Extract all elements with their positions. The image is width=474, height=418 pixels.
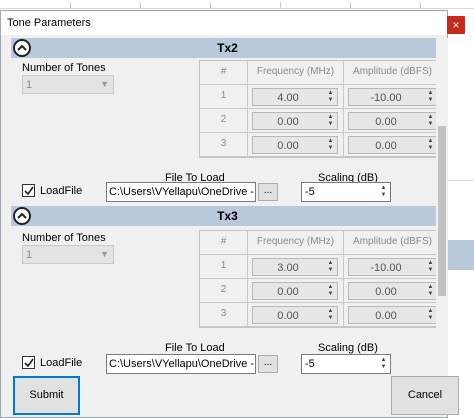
amplitude-value: 0.00	[375, 140, 397, 152]
section-header: Tx2	[11, 38, 444, 58]
loadfile-checkbox[interactable]	[22, 184, 35, 197]
browse-button[interactable]: ...	[258, 355, 278, 373]
grid-row-index: 2	[200, 109, 248, 133]
cancel-button[interactable]: Cancel	[391, 376, 459, 415]
collapse-icon[interactable]	[13, 207, 31, 225]
tones-grid: # Frequency (MHz) Amplitude (dBFS) 1 2 3…	[199, 60, 443, 158]
scaling-value: -5	[305, 358, 315, 370]
section-title: Tx3	[217, 209, 238, 223]
chevron-down-icon: ▼	[100, 79, 109, 89]
background-tick	[70, 2, 71, 8]
frequency-spinner[interactable]: 0.00 ▲ ▼	[252, 306, 338, 324]
number-of-tones-label: Number of Tones	[22, 232, 106, 244]
grid-header-amplitude: Amplitude (dBFS)	[344, 231, 442, 255]
section-tx3: Tx3 Number of Tones 1 ▼ # Frequency (MHz…	[11, 206, 444, 376]
amplitude-value: -10.00	[370, 92, 402, 104]
grid-header-index: #	[200, 61, 248, 85]
title-bar: Tone Parameters	[1, 11, 447, 35]
scaling-spinner[interactable]: -5 ▲ ▼	[301, 354, 391, 374]
spinner-arrows-icon[interactable]: ▲ ▼	[378, 357, 389, 371]
frequency-spinner[interactable]: 0.00 ▲ ▼	[252, 112, 338, 130]
background-tick	[210, 2, 211, 8]
file-to-load-label: File To Load	[165, 342, 225, 354]
background-panel	[448, 240, 474, 270]
vertical-scrollbar[interactable]	[436, 38, 448, 376]
frequency-spinner[interactable]: 4.00 ▲ ▼	[252, 88, 338, 106]
amplitude-spinner[interactable]: 0.00 ▲ ▼	[348, 306, 438, 324]
spinner-arrows-icon[interactable]: ▲ ▼	[325, 260, 336, 274]
spinner-arrows-icon[interactable]: ▲ ▼	[325, 138, 336, 152]
number-of-tones-value: 1	[26, 79, 33, 91]
frequency-value: 3.00	[277, 262, 299, 274]
amplitude-value: 0.00	[375, 116, 397, 128]
frequency-spinner[interactable]: 0.00 ▲ ▼	[252, 282, 338, 300]
grid-header-frequency: Frequency (MHz)	[248, 231, 344, 255]
amplitude-spinner[interactable]: 0.00 ▲ ▼	[348, 282, 438, 300]
loadfile-checkbox[interactable]	[22, 356, 35, 369]
amplitude-value: 0.00	[375, 286, 397, 298]
spinner-arrows-icon[interactable]: ▲ ▼	[425, 260, 436, 274]
frequency-spinner[interactable]: 0.00 ▲ ▼	[252, 136, 338, 154]
scaling-value: -5	[305, 186, 315, 198]
tones-grid: # Frequency (MHz) Amplitude (dBFS) 1 2 3…	[199, 230, 443, 328]
number-of-tones-label: Number of Tones	[22, 62, 106, 74]
grid-row-index: 2	[200, 279, 248, 303]
number-of-tones-select[interactable]: 1 ▼	[22, 245, 114, 264]
background-divider	[448, 180, 474, 181]
section-tx2: Tx2 Number of Tones 1 ▼ # Frequency (MHz…	[11, 38, 444, 208]
grid-row-index: 3	[200, 303, 248, 327]
spinner-arrows-icon[interactable]: ▲ ▼	[325, 308, 336, 322]
scrollbar-thumb[interactable]	[438, 126, 446, 296]
spinner-arrows-icon[interactable]: ▲ ▼	[425, 284, 436, 298]
number-of-tones-value: 1	[26, 249, 33, 261]
background-tick	[350, 2, 351, 8]
spinner-arrows-icon[interactable]: ▲ ▼	[325, 114, 336, 128]
frequency-value: 0.00	[277, 310, 299, 322]
amplitude-spinner[interactable]: 0.00 ▲ ▼	[348, 112, 438, 130]
dialog-title: Tone Parameters	[7, 17, 91, 29]
chevron-down-icon: ▼	[100, 249, 109, 259]
grid-header-amplitude: Amplitude (dBFS)	[344, 61, 442, 85]
loadfile-label: LoadFile	[40, 357, 83, 369]
sections-scroll-area: Tx2 Number of Tones 1 ▼ # Frequency (MHz…	[11, 38, 447, 376]
submit-button[interactable]: Submit	[13, 376, 80, 415]
frequency-spinner[interactable]: 3.00 ▲ ▼	[252, 258, 338, 276]
grid-row-index: 1	[200, 255, 248, 279]
loadfile-label: LoadFile	[40, 185, 83, 197]
spinner-arrows-icon[interactable]: ▲ ▼	[425, 90, 436, 104]
spinner-arrows-icon[interactable]: ▲ ▼	[378, 185, 389, 199]
background-divider	[0, 8, 474, 9]
spinner-arrows-icon[interactable]: ▲ ▼	[425, 138, 436, 152]
close-button[interactable]: ×	[447, 16, 465, 34]
background-tick	[420, 2, 421, 8]
background-tick	[140, 2, 141, 8]
frequency-value: 0.00	[277, 286, 299, 298]
frequency-value: 0.00	[277, 116, 299, 128]
frequency-value: 0.00	[277, 140, 299, 152]
amplitude-spinner[interactable]: 0.00 ▲ ▼	[348, 136, 438, 154]
grid-header-frequency: Frequency (MHz)	[248, 61, 344, 85]
grid-row-index: 1	[200, 85, 248, 109]
frequency-value: 4.00	[277, 92, 299, 104]
file-path-input[interactable]: C:\Users\VYellapu\OneDrive - Ar	[106, 354, 256, 374]
background-tick	[280, 2, 281, 8]
grid-header-index: #	[200, 231, 248, 255]
section-title: Tx2	[217, 41, 238, 55]
amplitude-spinner[interactable]: -10.00 ▲ ▼	[348, 88, 438, 106]
spinner-arrows-icon[interactable]: ▲ ▼	[325, 284, 336, 298]
scaling-label: Scaling (dB)	[318, 342, 378, 354]
scaling-spinner[interactable]: -5 ▲ ▼	[301, 182, 391, 202]
spinner-arrows-icon[interactable]: ▲ ▼	[325, 90, 336, 104]
amplitude-value: -10.00	[370, 262, 402, 274]
spinner-arrows-icon[interactable]: ▲ ▼	[425, 114, 436, 128]
collapse-icon[interactable]	[13, 39, 31, 57]
amplitude-spinner[interactable]: -10.00 ▲ ▼	[348, 258, 438, 276]
amplitude-value: 0.00	[375, 310, 397, 322]
browse-button[interactable]: ...	[258, 183, 278, 201]
spinner-arrows-icon[interactable]: ▲ ▼	[425, 308, 436, 322]
grid-row-index: 3	[200, 133, 248, 157]
section-header: Tx3	[11, 206, 444, 226]
number-of-tones-select[interactable]: 1 ▼	[22, 75, 114, 94]
file-path-input[interactable]: C:\Users\VYellapu\OneDrive - Ar	[106, 182, 256, 202]
